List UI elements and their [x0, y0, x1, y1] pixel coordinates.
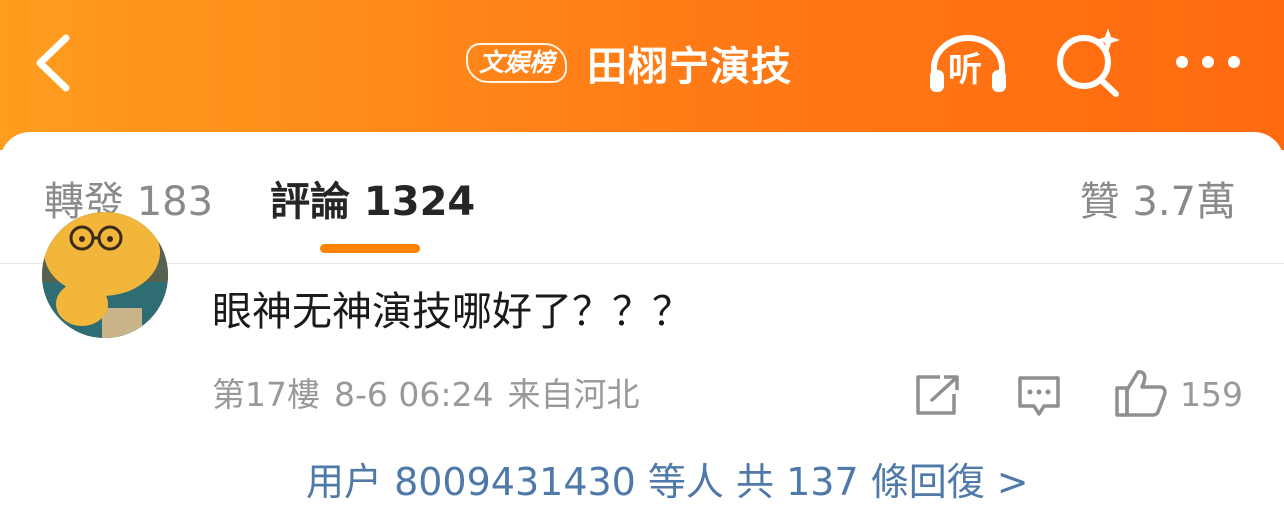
- top-bar: 文娱榜 田栩宁演技 听: [0, 0, 1284, 150]
- back-button[interactable]: [30, 30, 80, 96]
- comment-icon: [1018, 376, 1060, 416]
- comment-text: 眼神无神演技哪好了？？？: [212, 289, 692, 335]
- share-icon: [916, 375, 959, 415]
- comment-time: 8-6 06:24: [334, 375, 494, 414]
- more-icon: [1176, 56, 1240, 68]
- like-button[interactable]: [1114, 368, 1168, 418]
- active-tab-indicator: [320, 244, 420, 253]
- comment-location: 来自河北: [507, 375, 640, 414]
- search-sparkle-icon: [1057, 28, 1120, 97]
- comment-meta: 第17樓 8-6 06:24 来自河北: [212, 372, 654, 418]
- listen-label: 听: [948, 50, 982, 90]
- tab-likes[interactable]: 贊 3.7萬: [1080, 174, 1236, 230]
- like-count: 159: [1180, 375, 1243, 414]
- tab-divider: [0, 263, 1284, 264]
- search-button[interactable]: [1052, 24, 1126, 98]
- avatar-image: [42, 212, 168, 338]
- page-title: 田栩宁演技: [587, 44, 793, 90]
- view-replies-link[interactable]: 用户 8009431430 等人 共 137 條回復 >: [306, 456, 1029, 508]
- topic-title-group: 文娱榜 田栩宁演技: [466, 38, 792, 90]
- avatar[interactable]: [42, 212, 168, 338]
- share-button[interactable]: [914, 374, 960, 416]
- thumbs-up-icon: [1115, 370, 1167, 417]
- tab-comments[interactable]: 評論 1324: [270, 174, 475, 230]
- back-icon: [36, 34, 70, 92]
- listen-button[interactable]: 听: [926, 30, 1010, 96]
- entertainment-list-badge[interactable]: 文娱榜: [466, 43, 568, 83]
- reply-button[interactable]: [1016, 374, 1062, 418]
- floor-number: 第17樓: [212, 375, 320, 414]
- more-button[interactable]: [1172, 50, 1244, 74]
